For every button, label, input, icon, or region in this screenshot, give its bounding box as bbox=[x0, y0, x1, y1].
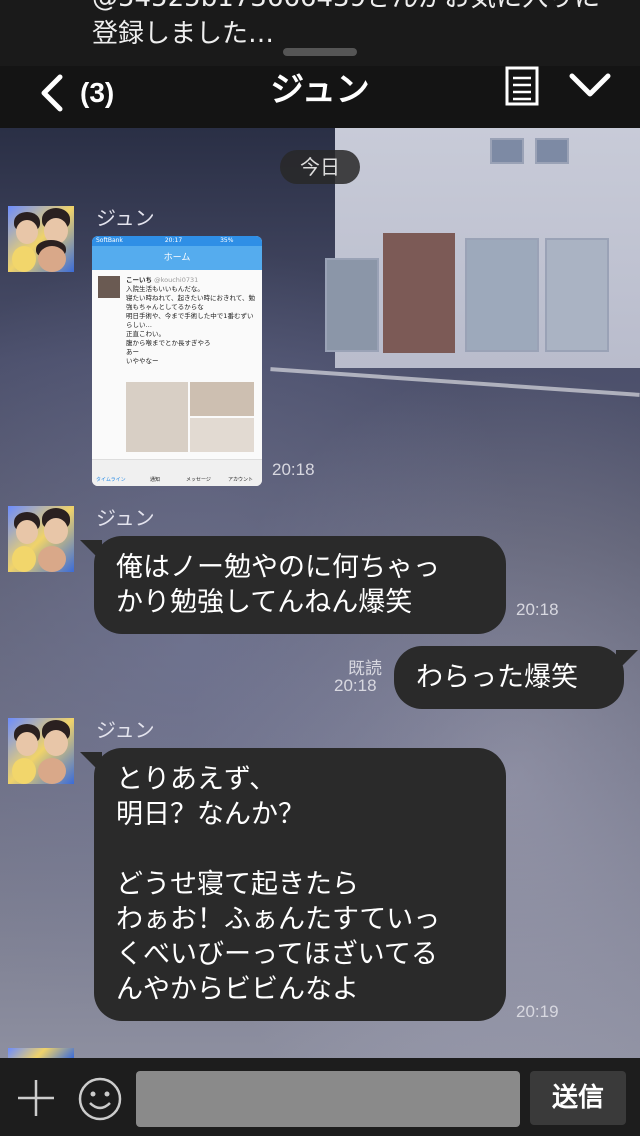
chat-title: ジュン bbox=[270, 70, 370, 110]
note-menu-button[interactable] bbox=[505, 66, 539, 106]
tweet-handle: @kouchi0731 bbox=[154, 276, 199, 284]
screenshot-nav-bar: ホーム bbox=[92, 246, 262, 270]
message-input[interactable] bbox=[136, 1071, 520, 1127]
add-attachment-button[interactable] bbox=[16, 1078, 56, 1118]
background-building bbox=[325, 128, 640, 368]
message-input-bar: 送信 bbox=[0, 1058, 640, 1136]
carrier-text: SoftBank bbox=[96, 237, 123, 244]
message-time: 20:18 bbox=[334, 676, 377, 695]
tweet-body: こーいち @kouchi0731 入院生活もいいもんだな。 寝たい時ねれて、起き… bbox=[92, 270, 262, 372]
message-time: 20:18 bbox=[272, 460, 315, 479]
sender-name: ジュン bbox=[96, 718, 155, 742]
chat-header: (3) ジュン bbox=[0, 62, 640, 128]
chevron-down-icon bbox=[569, 73, 611, 97]
tab-label: 通知 bbox=[150, 477, 161, 483]
tweet-text: 入院生活もいいもんだな。 寝たい時ねれて、起きたい時におきれて、勉強もちゃんとし… bbox=[126, 285, 255, 365]
message-time: 20:19 bbox=[516, 1002, 559, 1021]
notification-drag-handle[interactable] bbox=[283, 48, 357, 56]
tweet-photo bbox=[190, 382, 254, 416]
avatar[interactable] bbox=[8, 1048, 74, 1058]
notification-text: @54525b173666439さんがお気に入りに 登録しました… bbox=[92, 0, 600, 49]
avatar[interactable] bbox=[8, 206, 74, 272]
notes-icon bbox=[505, 66, 539, 106]
clock-text: 20:17 bbox=[164, 237, 183, 244]
tab-label: メッセージ bbox=[186, 477, 211, 483]
tab-label: タイムライン bbox=[96, 477, 126, 483]
message-bubble[interactable]: 俺はノー勉やのに何ちゃっ かり勉強してんねん爆笑 bbox=[80, 536, 506, 634]
battery-text: 35% bbox=[220, 237, 234, 244]
sender-name: ジュン bbox=[96, 506, 155, 530]
sender-name: ジュン bbox=[96, 206, 155, 230]
tab-label: アカウント bbox=[228, 477, 254, 483]
screenshot-status-bar: SoftBank 20:17 35% bbox=[92, 236, 262, 246]
message-bubble[interactable]: わらった爆笑 bbox=[394, 646, 638, 709]
notification-banner[interactable]: @54525b173666439さんがお気に入りに 登録しました… bbox=[0, 0, 640, 66]
menu-dropdown-button[interactable] bbox=[568, 70, 612, 102]
emoji-button[interactable] bbox=[78, 1077, 122, 1121]
plus-icon bbox=[18, 1080, 54, 1116]
screenshot-tab-bar: タイムライン 通知 メッセージ アカウント bbox=[92, 459, 262, 486]
tweet-photo bbox=[126, 382, 188, 452]
smiley-icon bbox=[78, 1077, 122, 1121]
avatar[interactable] bbox=[8, 506, 74, 572]
message-time: 20:18 bbox=[516, 600, 559, 619]
tweet-photo bbox=[190, 418, 254, 452]
image-message[interactable]: SoftBank 20:17 35% ホーム こーいち @kouchi0731 … bbox=[92, 236, 262, 486]
screenshot-title: ホーム bbox=[163, 253, 191, 263]
message-bubble[interactable]: とりあえず、 明日？なんか？ どうせ寝て起きたら わぁお！ふぁんたすていっ くべ… bbox=[80, 748, 506, 1021]
send-button[interactable]: 送信 bbox=[530, 1071, 626, 1125]
avatar[interactable] bbox=[8, 718, 74, 784]
tweet-user: こーいち bbox=[126, 276, 152, 284]
date-separator: 今日 bbox=[280, 150, 360, 184]
tweet-avatar bbox=[98, 276, 120, 298]
